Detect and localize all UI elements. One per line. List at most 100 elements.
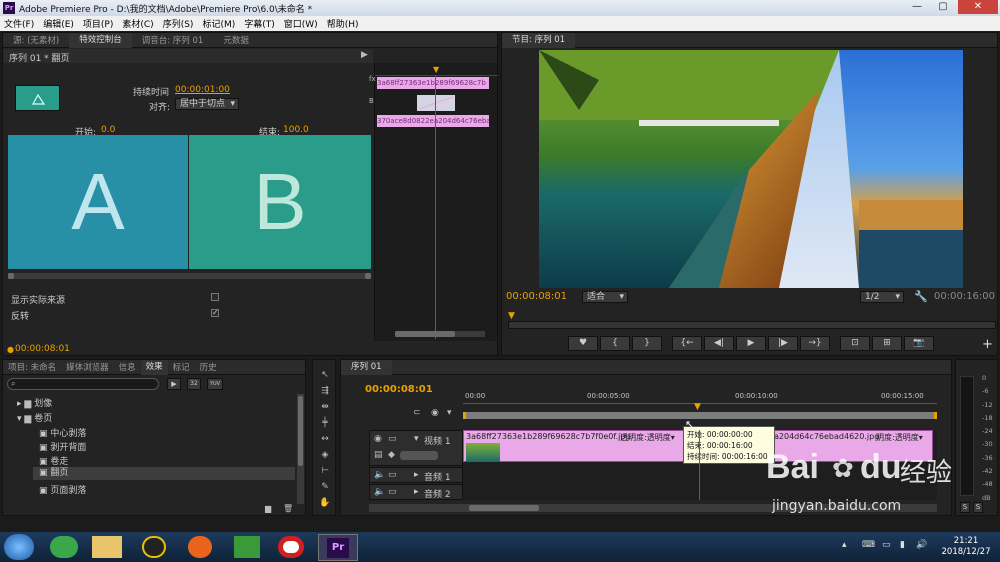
taskbar-explorer-icon[interactable]	[92, 536, 122, 558]
taskbar-premiere-button[interactable]: Pr	[318, 534, 358, 561]
effects-search-input[interactable]: ⌕	[7, 378, 159, 390]
tab-effect-controls[interactable]: 特效控制台	[69, 32, 132, 48]
tab-markers[interactable]: 标记	[168, 361, 195, 373]
pen-tool-icon[interactable]: ✎	[317, 482, 333, 492]
align-dropdown[interactable]: 居中于切点 ▾	[175, 98, 239, 110]
tree-item-page-roll[interactable]: ▣ 卷走	[39, 454, 68, 467]
start-slider-handle[interactable]	[8, 273, 14, 279]
tree-item-page-turn[interactable]: ▣ 翻页	[33, 467, 295, 480]
menu-edit[interactable]: 编辑(E)	[43, 17, 74, 30]
accelerated-effects-icon[interactable]: ▶	[167, 378, 181, 390]
rate-stretch-tool-icon[interactable]: ↔	[317, 434, 333, 444]
speaker-icon[interactable]: 🔈	[374, 487, 385, 497]
mini-transition[interactable]	[417, 95, 455, 111]
clip1-opacity[interactable]: 透明度:透明度▾	[620, 432, 675, 443]
lift-button[interactable]: ⊡	[840, 336, 870, 351]
menu-window[interactable]: 窗口(W)	[284, 17, 318, 30]
effect-timecode[interactable]: 00:00:08:01	[15, 344, 70, 354]
marker-icon[interactable]: ▾	[447, 408, 452, 418]
mini-playhead-icon[interactable]: ▼	[433, 65, 439, 74]
menu-help[interactable]: 帮助(H)	[327, 17, 359, 30]
new-folder-icon[interactable]: ▆	[265, 504, 271, 513]
mark-in-button[interactable]: {	[600, 336, 630, 351]
trash-icon[interactable]: 🗑	[283, 504, 293, 513]
track-select-tool-icon[interactable]: ⇶	[317, 386, 333, 396]
maximize-button[interactable]: ▢	[930, 0, 956, 14]
export-frame-button[interactable]: 📷	[904, 336, 934, 351]
menu-marker[interactable]: 标记(M)	[202, 17, 235, 30]
tab-history[interactable]: 历史	[195, 361, 222, 373]
mini-timeline-scrollbar[interactable]	[395, 331, 485, 337]
clip2-opacity[interactable]: 明度:透明度▾	[876, 432, 923, 443]
add-marker-button[interactable]: ♥	[568, 336, 598, 351]
tab-source[interactable]: 源: (无素材)	[3, 34, 69, 46]
taskbar-qq-icon[interactable]	[142, 536, 166, 558]
chevron-right-icon[interactable]: ▸	[414, 487, 419, 497]
end-value[interactable]: 100.0	[283, 125, 309, 135]
mini-clip-b[interactable]: 370ace8d0822ea204d64c76ebad	[377, 115, 489, 127]
start-value[interactable]: 0.0	[101, 125, 115, 135]
menu-title[interactable]: 字幕(T)	[244, 17, 275, 30]
tab-info[interactable]: 信息	[114, 361, 141, 373]
taskbar-media-icon[interactable]	[234, 536, 260, 558]
taskbar-browser-icon[interactable]	[50, 536, 78, 558]
go-to-in-button[interactable]: {←	[672, 336, 702, 351]
snap-icon[interactable]: ⊂	[413, 408, 421, 418]
tree-item-center-peel[interactable]: ▣ 中心剥落	[39, 426, 86, 439]
hand-tool-icon[interactable]: ✋	[317, 498, 333, 508]
duration-value[interactable]: 00:00:01:00	[175, 85, 230, 95]
taskbar-record-icon[interactable]	[278, 536, 304, 558]
solo-right-button[interactable]: S	[973, 502, 983, 513]
set-marker-icon[interactable]: ◉	[431, 408, 439, 418]
keyframe-nav[interactable]	[400, 451, 438, 460]
chevron-down-icon[interactable]: ▾	[414, 434, 419, 444]
mark-out-button[interactable]: }	[632, 336, 662, 351]
tab-program[interactable]: 节目: 序列 01	[502, 32, 576, 48]
slip-tool-icon[interactable]: ⊢	[317, 466, 333, 476]
keyframe-icon[interactable]: ◆	[388, 450, 395, 460]
program-scrubber[interactable]	[508, 321, 996, 329]
play-button[interactable]: ▶	[736, 336, 766, 351]
razor-tool-icon[interactable]: ◈	[317, 450, 333, 460]
yuv-effects-button[interactable]: YUV	[207, 378, 223, 390]
ripple-edit-tool-icon[interactable]: ⇹	[317, 402, 333, 412]
resolution-dropdown[interactable]: 1/2 ▾	[860, 291, 904, 303]
tab-metadata[interactable]: 元数据	[213, 34, 259, 46]
taskbar-firefox-icon[interactable]	[188, 536, 212, 558]
menu-sequence[interactable]: 序列(S)	[163, 17, 194, 30]
tree-item-peel-back[interactable]: ▣ 剥开背面	[39, 440, 86, 453]
preview-slider[interactable]	[8, 273, 371, 279]
tree-item-page-peel[interactable]: ▣ 页面剥落	[39, 483, 86, 496]
end-slider-handle[interactable]	[365, 273, 371, 279]
tray-network-icon[interactable]: ▭	[882, 540, 891, 550]
wrench-icon[interactable]: 🔧	[914, 290, 928, 303]
chevron-right-icon[interactable]: ▸	[414, 470, 419, 480]
fit-dropdown[interactable]: 适合 ▾	[582, 291, 628, 303]
selection-tool-icon[interactable]: ↖	[317, 370, 333, 380]
tab-project[interactable]: 项目: 未命名	[3, 361, 61, 373]
tray-arrow-icon[interactable]: ▴	[842, 540, 847, 550]
work-area-bar[interactable]	[463, 412, 937, 419]
tray-volume-icon[interactable]: 🔊	[916, 540, 927, 550]
play-transition-icon[interactable]: ▶	[361, 50, 368, 60]
step-back-button[interactable]: ◀|	[704, 336, 734, 351]
reverse-checkbox[interactable]: ✓	[211, 309, 219, 317]
taskbar-clock[interactable]: 21:21 2018/12/27	[936, 536, 996, 558]
tray-keyboard-icon[interactable]: ⌨	[862, 540, 875, 550]
extract-button[interactable]: ⊞	[872, 336, 902, 351]
rolling-edit-tool-icon[interactable]: ╪	[317, 418, 333, 428]
minimize-button[interactable]: —	[904, 0, 930, 14]
tab-audio-mixer[interactable]: 调音台: 序列 01	[132, 34, 214, 46]
menu-project[interactable]: 项目(P)	[83, 17, 113, 30]
program-timecode[interactable]: 00:00:08:01	[506, 291, 567, 302]
add-button-icon[interactable]: +	[982, 337, 993, 352]
tree-folder-iris[interactable]: ▸ ▆ 划像	[17, 396, 52, 409]
32bit-effects-button[interactable]: 32	[187, 378, 201, 390]
mini-clip-a[interactable]: 3a68ff27363e1b289f69628c7b	[377, 77, 489, 89]
tab-effects[interactable]: 效果	[140, 359, 168, 375]
menu-clip[interactable]: 素材(C)	[122, 17, 153, 30]
timeline-timecode[interactable]: 00:00:08:01	[365, 384, 433, 395]
tree-folder-page-peel[interactable]: ▾ ▆ 卷页	[17, 411, 52, 424]
show-actual-checkbox[interactable]	[211, 293, 219, 301]
tab-sequence-01[interactable]: 序列 01	[341, 359, 392, 375]
